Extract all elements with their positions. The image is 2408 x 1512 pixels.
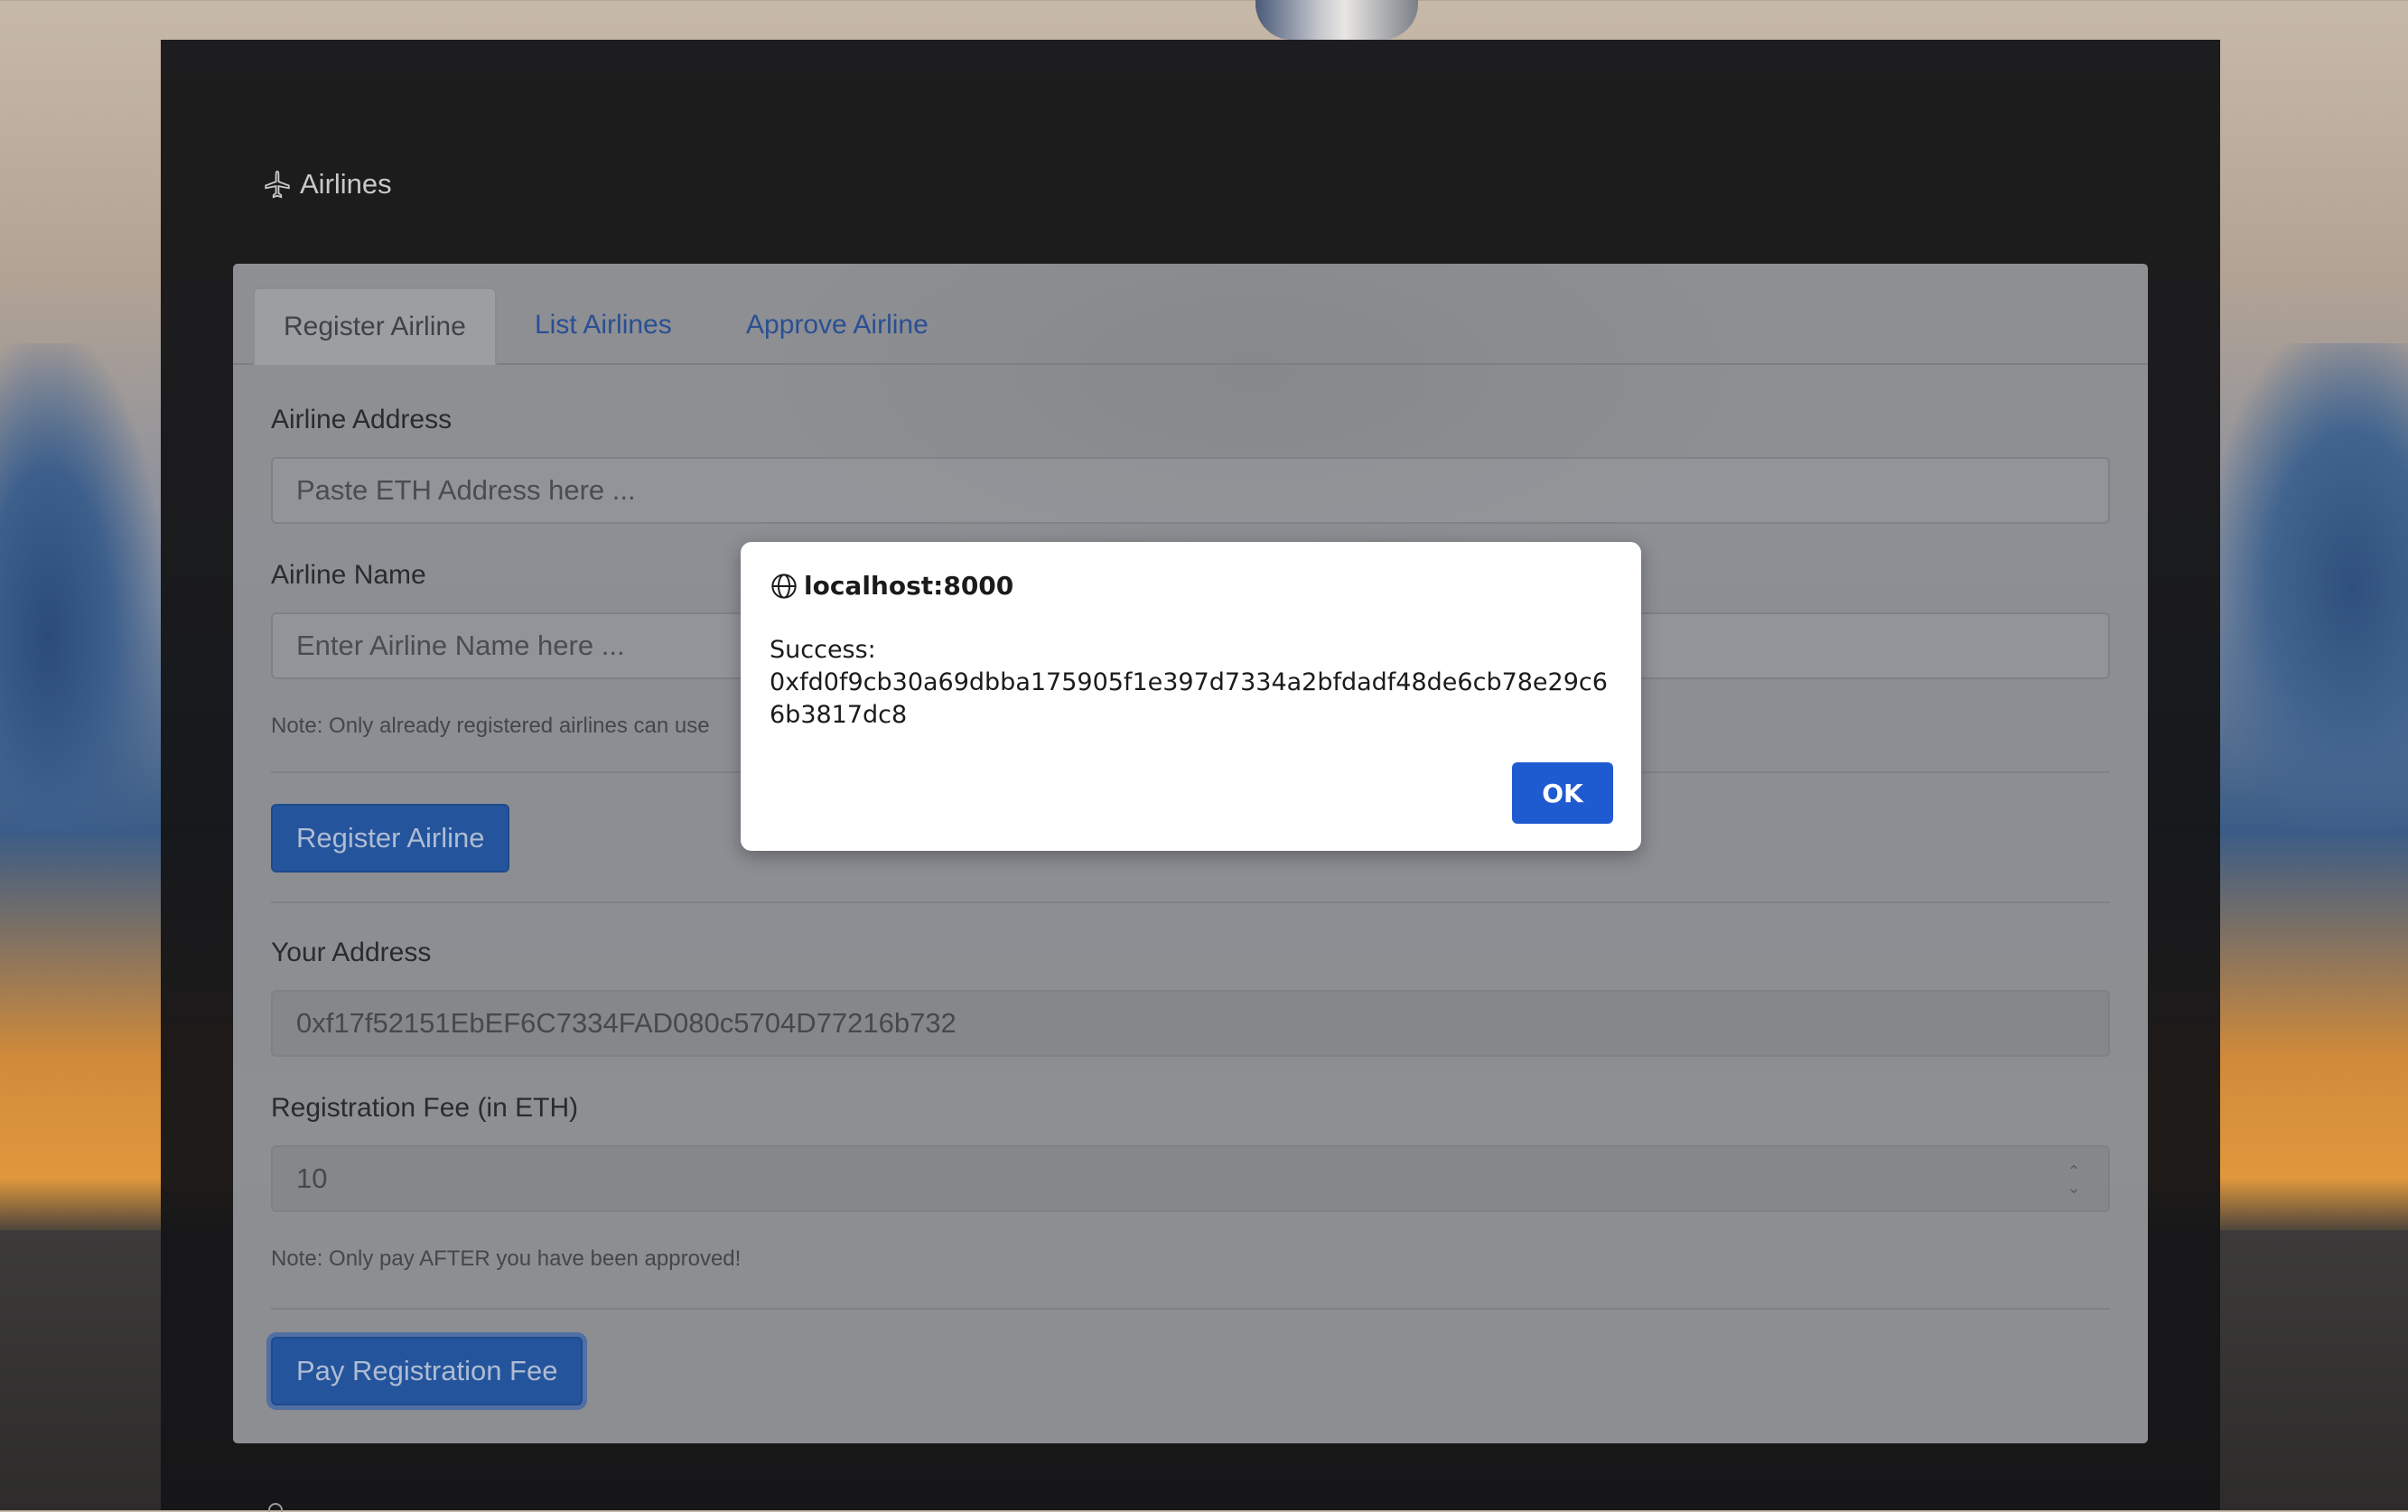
tab-bar: Register Airline List Airlines Approve A… xyxy=(233,287,2148,365)
globe-icon xyxy=(771,573,797,599)
airline-address-label: Airline Address xyxy=(271,405,453,434)
navbar-brand[interactable]: Airlines xyxy=(262,168,392,201)
airplane-icon xyxy=(265,170,290,199)
brand-label: Airlines xyxy=(300,168,392,200)
dialog-message-tx-hash: 0xfd0f9cb30a69dbba175905f1e397d7334a2bfd… xyxy=(770,668,1608,729)
main-card: Register Airline List Airlines Approve A… xyxy=(233,264,2148,1443)
stepper-arrows-icon[interactable]: ⌃ ⌄ xyxy=(2063,1160,2085,1199)
airline-name-label: Airline Name xyxy=(271,560,426,590)
fee-note: Note: Only pay AFTER you have been appro… xyxy=(271,1246,742,1271)
registration-fee-input[interactable]: 10 ⌃ ⌄ xyxy=(271,1145,2110,1212)
your-address-label: Your Address xyxy=(271,938,432,967)
alert-dialog: localhost:8000 Success: 0xfd0f9cb30a69db… xyxy=(741,542,1641,851)
tab-approve-airline[interactable]: Approve Airline xyxy=(723,287,952,363)
register-airline-button[interactable]: Register Airline xyxy=(271,804,510,873)
ok-button[interactable]: OK xyxy=(1512,762,1613,824)
tab-register-airline[interactable]: Register Airline xyxy=(253,287,497,365)
divider xyxy=(271,1308,2110,1310)
divider xyxy=(271,901,2110,903)
background-clouds-right xyxy=(2220,343,2408,831)
airline-address-input[interactable] xyxy=(271,457,2110,524)
registration-fee-label: Registration Fee (in ETH) xyxy=(271,1093,579,1123)
dialog-title: localhost:8000 xyxy=(770,571,1013,601)
dialog-origin: localhost:8000 xyxy=(804,571,1014,601)
footer-icon xyxy=(268,1503,283,1512)
register-note: Note: Only already registered airlines c… xyxy=(271,714,710,738)
pay-registration-fee-button[interactable]: Pay Registration Fee xyxy=(271,1337,583,1405)
dialog-message-status: Success: xyxy=(770,636,876,664)
background-clouds-left xyxy=(0,343,161,831)
background-airplane xyxy=(1255,0,1418,40)
registration-fee-value: 10 xyxy=(296,1162,328,1194)
tab-list-airlines[interactable]: List Airlines xyxy=(511,287,695,363)
your-address-field[interactable] xyxy=(271,990,2110,1057)
dialog-message: Success: 0xfd0f9cb30a69dbba175905f1e397d… xyxy=(770,634,1619,732)
